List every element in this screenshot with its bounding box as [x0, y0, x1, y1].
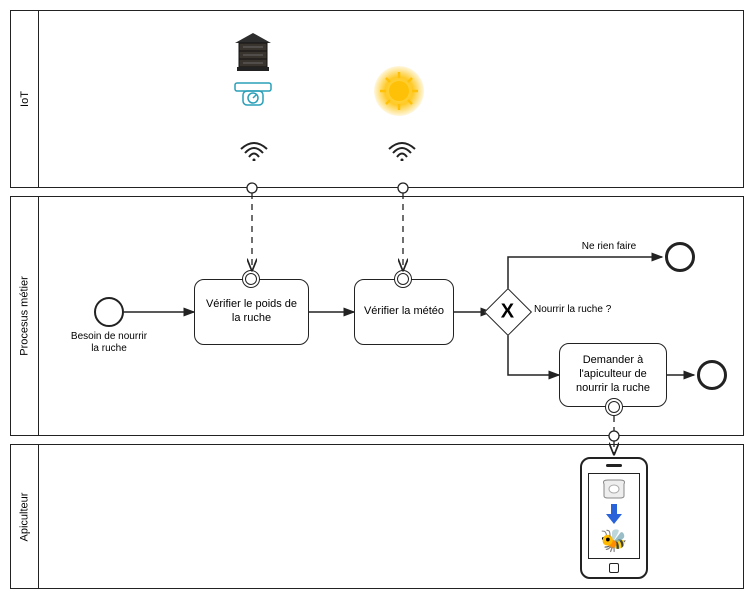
lane-iot-label: IoT — [19, 91, 31, 107]
lane-label: IoT — [11, 11, 39, 187]
lane-process-label: Procesus métier — [19, 276, 31, 355]
lane-label: Procesus métier — [11, 197, 39, 435]
task-check-weight: Vérifier le poids de la ruche — [194, 279, 309, 345]
phone-icon: 🐝 — [580, 457, 648, 579]
lane-apiculteur-content: 🐝 — [39, 445, 743, 588]
gateway-feed-hive: X — [491, 295, 525, 329]
message-catch-event — [242, 270, 260, 288]
end-event-no-action — [665, 242, 695, 272]
start-event — [94, 297, 124, 327]
bee-icon: 🐝 — [600, 528, 627, 554]
task-check-weather: Vérifier la météo — [354, 279, 454, 345]
scale-icon — [233, 81, 273, 109]
lane-iot-content — [39, 11, 743, 187]
sugar-bag-icon — [600, 478, 628, 500]
lane-apiculteur-label: Apiculteur — [19, 492, 31, 541]
message-catch-event — [394, 270, 412, 288]
path-no-label: Ne rien faire — [564, 241, 654, 253]
lane-process-content: Besoin de nourrir la ruche Vérifier le p… — [39, 197, 743, 435]
message-throw-event — [605, 398, 623, 416]
arrow-down-icon — [606, 504, 622, 524]
signal-icon — [387, 141, 417, 161]
gateway-label: Nourrir la ruche ? — [534, 304, 624, 316]
lane-label: Apiculteur — [11, 445, 39, 588]
lane-iot: IoT — [10, 10, 744, 188]
end-event-requested — [697, 360, 727, 390]
start-event-label: Besoin de nourrir la ruche — [69, 331, 149, 355]
sun-icon — [374, 66, 424, 116]
signal-icon — [239, 141, 269, 161]
lane-process: Procesus métier Besoin de nourrir la ruc… — [10, 196, 744, 436]
lane-apiculteur: Apiculteur 🐝 — [10, 444, 744, 589]
beehive-icon — [231, 31, 275, 75]
